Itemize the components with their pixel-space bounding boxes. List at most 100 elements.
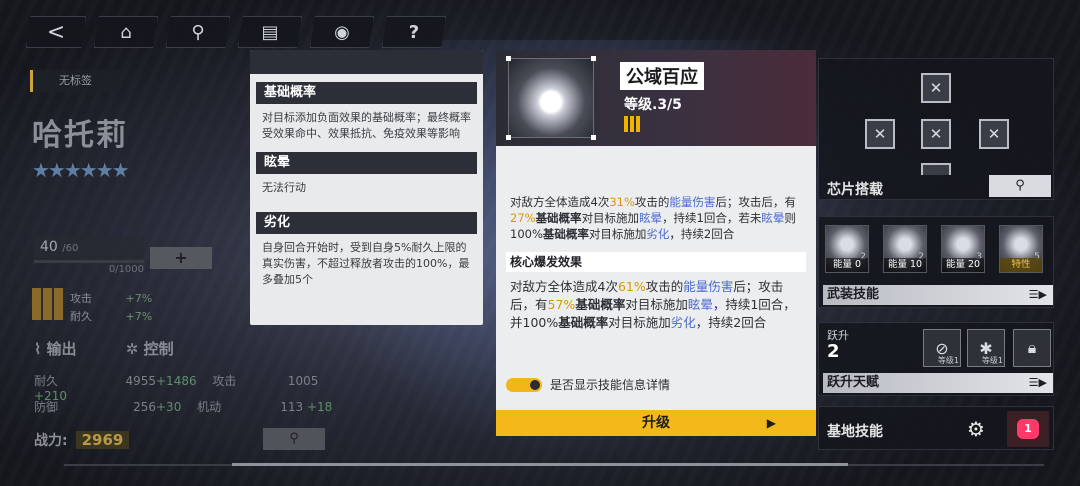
- term-link[interactable]: 能量伤害: [669, 195, 715, 209]
- chip-slot[interactable]: [921, 163, 951, 175]
- ascension-value: 2: [827, 341, 840, 362]
- trait-skill-slot[interactable]: 5 特性: [999, 225, 1043, 273]
- chip-icon: ✕: [929, 125, 943, 143]
- chip-icon: ✕: [929, 79, 943, 97]
- base-skill-icon[interactable]: ⚙: [959, 413, 993, 445]
- zoom-button[interactable]: ⚲: [263, 428, 325, 450]
- value-highlight: 57%: [547, 297, 576, 312]
- tooltip-section-title: 劣化: [256, 212, 477, 234]
- ascension-talent-label: 跃升天赋: [827, 375, 880, 390]
- skill-effect-text: 对敌方全体造成4次31%攻击的能量伤害后；攻击后，有27%基础概率对目标施加眩晕…: [510, 194, 806, 242]
- bonus-attack-label: 攻击: [70, 292, 92, 305]
- stat-bonus: +18: [306, 400, 333, 414]
- text: 对敌方全体造成4次: [510, 195, 610, 209]
- skill-description: 对敌方全体造成4次31%攻击的能量伤害后；攻击后，有27%基础概率对目标施加眩晕…: [496, 146, 816, 332]
- character-name: 哈托莉: [32, 118, 128, 153]
- stat-row: 防御 256+30 机动 113 +18: [34, 398, 334, 415]
- wardrobe-button[interactable]: ⚲: [166, 16, 230, 48]
- bonus-durability: 耐久 +7%: [70, 308, 152, 324]
- character-tag[interactable]: 无标签: [30, 70, 120, 92]
- tooltip-section-title: 眩晕: [256, 152, 477, 174]
- home-button[interactable]: ⌂: [94, 16, 158, 48]
- archive-icon: ▤: [261, 21, 279, 43]
- play-arrow-icon: ▶: [766, 416, 776, 430]
- skill-energy: 能量 0: [826, 258, 868, 272]
- locked-slot[interactable]: 🔒︎: [1013, 329, 1051, 367]
- armament-skills-label: 武装技能: [827, 287, 880, 302]
- tooltip-header-strip: [250, 50, 483, 74]
- ascension-slot[interactable]: ⊘ 等级1: [923, 329, 961, 367]
- term-tooltip: 基础概率 对目标添加负面效果的基础概率；最终概率受效果命中、效果抵抗、免疫效果等…: [250, 50, 483, 325]
- tooltip-section-title: 基础概率: [256, 82, 477, 104]
- stat-label: 机动: [197, 400, 222, 414]
- term-link[interactable]: 能量伤害: [683, 279, 733, 294]
- armament-skill-slot[interactable]: 3 能量 20: [941, 225, 985, 273]
- text: 对目标施加: [608, 315, 671, 330]
- term-link[interactable]: 基础概率: [536, 211, 582, 225]
- detail-toggle[interactable]: [506, 377, 542, 392]
- tab-control-label: 控制: [143, 340, 174, 358]
- top-nav: < ⌂ ⚲ ▤ ◉ ?: [26, 16, 446, 48]
- heart-icon: 1: [1017, 419, 1039, 439]
- text: 对目标施加: [581, 211, 640, 225]
- power-value: 2969: [75, 431, 130, 449]
- chip-slot[interactable]: ✕: [979, 119, 1009, 149]
- detail-toggle-row: 是否显示技能信息详情: [506, 376, 670, 393]
- chip-search-button[interactable]: ⚲: [989, 175, 1051, 197]
- ascension-talent-button[interactable]: 跃升天赋 ☰▶: [823, 373, 1053, 393]
- scroll-thumb[interactable]: [232, 463, 848, 466]
- bonus-attack-value: +7%: [125, 292, 153, 305]
- chip-slot[interactable]: ✕: [921, 119, 951, 149]
- stat-bonus: +30: [156, 400, 182, 414]
- core-burst-title: 核心爆发效果: [506, 252, 806, 272]
- gamepad-button[interactable]: ◉: [310, 16, 374, 48]
- skill-name: 公域百应: [620, 62, 704, 90]
- term-link[interactable]: 基础概率: [575, 297, 625, 312]
- archive-button[interactable]: ▤: [238, 16, 302, 48]
- stat-label: 耐久: [34, 374, 59, 388]
- text: 对敌方全体造成4次: [510, 279, 618, 294]
- skill-energy: 能量 20: [942, 258, 984, 272]
- tooltip-section-text: 无法行动: [262, 181, 306, 194]
- armament-skills: 2 能量 0 2 能量 10 3 能量 20 5 特性 武装技能 ☰▶: [818, 216, 1054, 308]
- exp-value: 0/1000: [108, 264, 144, 275]
- skill-energy: 能量 10: [884, 258, 926, 272]
- term-link[interactable]: 眩晕: [639, 211, 662, 225]
- exp-bar: [34, 260, 144, 263]
- value-highlight: 61%: [617, 279, 646, 294]
- ascension-slot[interactable]: ✱ 等级1: [967, 329, 1005, 367]
- armament-skill-slot[interactable]: 2 能量 0: [825, 225, 869, 273]
- skill-level: 等级.3/5: [624, 97, 682, 113]
- term-link[interactable]: 眩晕: [688, 297, 713, 312]
- term-link[interactable]: 劣化: [646, 227, 669, 241]
- power-label: 战力:: [34, 433, 68, 449]
- upgrade-button[interactable]: 升级 ▶: [496, 410, 816, 436]
- star-rating: ★★★★★★: [32, 158, 130, 182]
- affection-button[interactable]: 1: [1007, 411, 1049, 447]
- term-link[interactable]: 基础概率: [558, 315, 608, 330]
- tab-control[interactable]: ✲ 控制: [126, 340, 196, 358]
- level-up-button[interactable]: +: [150, 247, 212, 269]
- armament-skill-slot[interactable]: 2 能量 10: [883, 225, 927, 273]
- text: ，持续2回合: [669, 227, 735, 241]
- burst-icon: [506, 56, 596, 140]
- combat-power: 战力: 2969: [34, 430, 130, 450]
- term-link[interactable]: 基础概率: [543, 227, 589, 241]
- back-icon: <: [46, 19, 66, 45]
- stat-label: 防御: [34, 400, 59, 414]
- chip-slot[interactable]: ✕: [865, 119, 895, 149]
- slot-level: 等级1: [937, 356, 959, 365]
- character-level: 40 /60: [34, 236, 144, 258]
- level-max: /60: [62, 243, 79, 254]
- back-button[interactable]: <: [26, 16, 86, 48]
- skill-detail-panel: 公域百应 等级.3/5 对敌方全体造成4次31%攻击的能量伤害后；攻击后，有27…: [496, 50, 816, 436]
- tab-output[interactable]: ⌇ 输出: [34, 340, 99, 358]
- tab-output-label: 输出: [46, 340, 77, 358]
- chip-slot[interactable]: ✕: [921, 73, 951, 103]
- term-link[interactable]: 劣化: [671, 315, 696, 330]
- value-highlight: 31%: [609, 195, 635, 209]
- armament-skills-button[interactable]: 武装技能 ☰▶: [823, 285, 1053, 305]
- help-button[interactable]: ?: [382, 16, 446, 48]
- chip-panel: ✕ ✕ ✕ ✕ 芯片搭载 ⚲: [818, 58, 1054, 200]
- term-link[interactable]: 眩晕: [761, 211, 784, 225]
